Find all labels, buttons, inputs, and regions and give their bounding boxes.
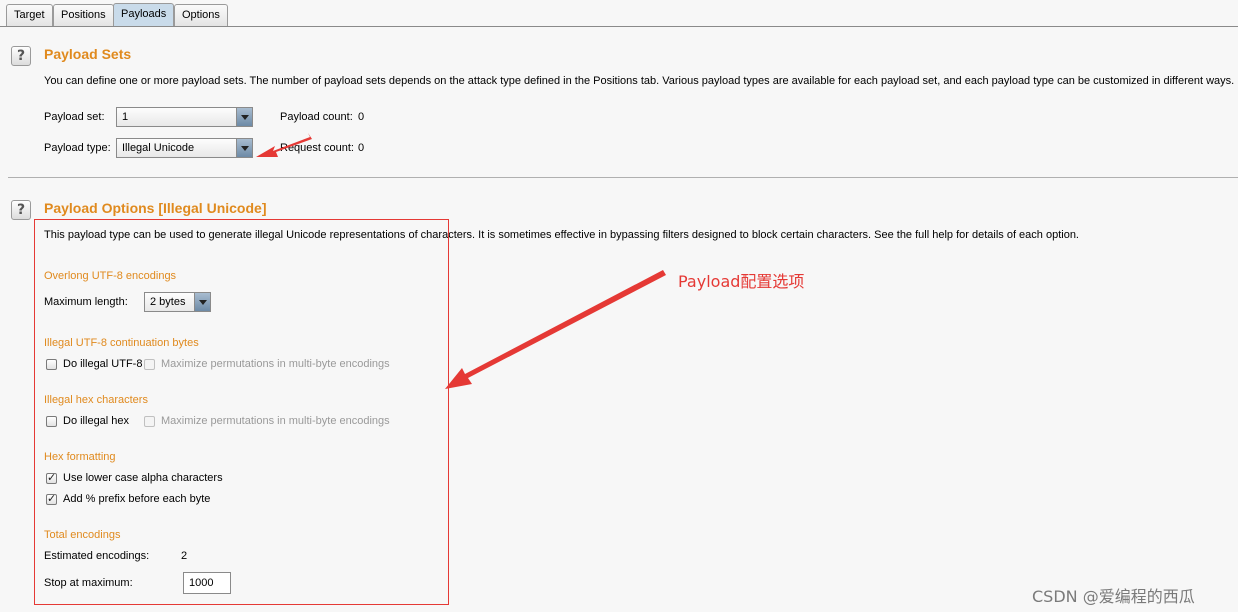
annotation-arrow-main [445,270,666,389]
annotation-arrow-top [256,133,312,157]
watermark: CSDN @爱编程的西瓜 [1032,587,1195,606]
annotation-arrows [256,133,666,389]
